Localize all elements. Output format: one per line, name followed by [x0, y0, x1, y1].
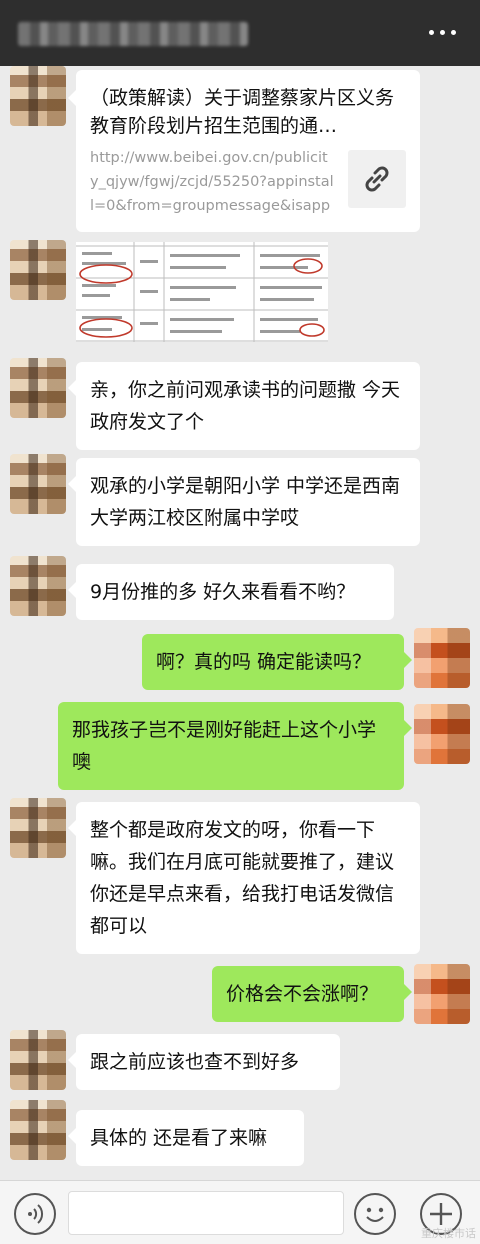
- message-bubble[interactable]: 那我孩子岂不是刚好能赶上这个小学噢: [58, 702, 412, 790]
- avatar[interactable]: [414, 704, 470, 764]
- more-dots-icon[interactable]: [429, 30, 456, 35]
- chat-header: [0, 0, 480, 66]
- message-input[interactable]: [68, 1191, 344, 1235]
- message-bubble[interactable]: 具体的 还是看了来嘛: [68, 1110, 304, 1166]
- message-bubble[interactable]: 9月份推的多 好久来看看不哟？: [68, 564, 394, 620]
- voice-icon[interactable]: [14, 1193, 56, 1235]
- message-bubble[interactable]: 观承的小学是朝阳小学 中学还是西南大学两江校区附属中学哎: [68, 458, 420, 546]
- message-bubble[interactable]: 啊？真的吗 确定能读吗？: [142, 634, 412, 690]
- document-image-message[interactable]: [76, 242, 328, 342]
- message-list[interactable]: （政策解读）关于调整蔡家片区义务教育阶段划片招生范围的通… http://www…: [0, 66, 480, 1180]
- avatar[interactable]: [10, 454, 66, 514]
- avatar[interactable]: [10, 556, 66, 616]
- avatar[interactable]: [10, 358, 66, 418]
- message-bubble[interactable]: 跟之前应该也查不到好多: [68, 1034, 340, 1090]
- link-icon: [348, 150, 406, 208]
- message-bubble[interactable]: 价格会不会涨啊？: [212, 966, 412, 1022]
- link-card-message[interactable]: （政策解读）关于调整蔡家片区义务教育阶段划片招生范围的通… http://www…: [68, 70, 420, 232]
- input-bar: 重庆楼市话: [0, 1180, 480, 1244]
- avatar[interactable]: [10, 1030, 66, 1090]
- avatar[interactable]: [10, 798, 66, 858]
- avatar[interactable]: [10, 240, 66, 300]
- avatar[interactable]: [10, 66, 66, 126]
- message-bubble[interactable]: 亲，你之前问观承读书的问题撒 今天政府发文了个: [68, 362, 420, 450]
- link-url: http://www.beibei.gov.cn/publicity_qjyw/…: [90, 150, 334, 214]
- message-bubble[interactable]: 整个都是政府发文的呀，你看一下嘛。我们在月底可能就要推了，建议你还是早点来看，给…: [68, 802, 420, 954]
- link-title: （政策解读）关于调整蔡家片区义务教育阶段划片招生范围的通…: [90, 87, 395, 137]
- watermark-text: 重庆楼市话: [421, 1227, 476, 1240]
- chat-title-blurred: [18, 22, 248, 46]
- avatar[interactable]: [10, 1100, 66, 1160]
- avatar[interactable]: [414, 964, 470, 1024]
- avatar[interactable]: [414, 628, 470, 688]
- emoji-icon[interactable]: [354, 1193, 396, 1235]
